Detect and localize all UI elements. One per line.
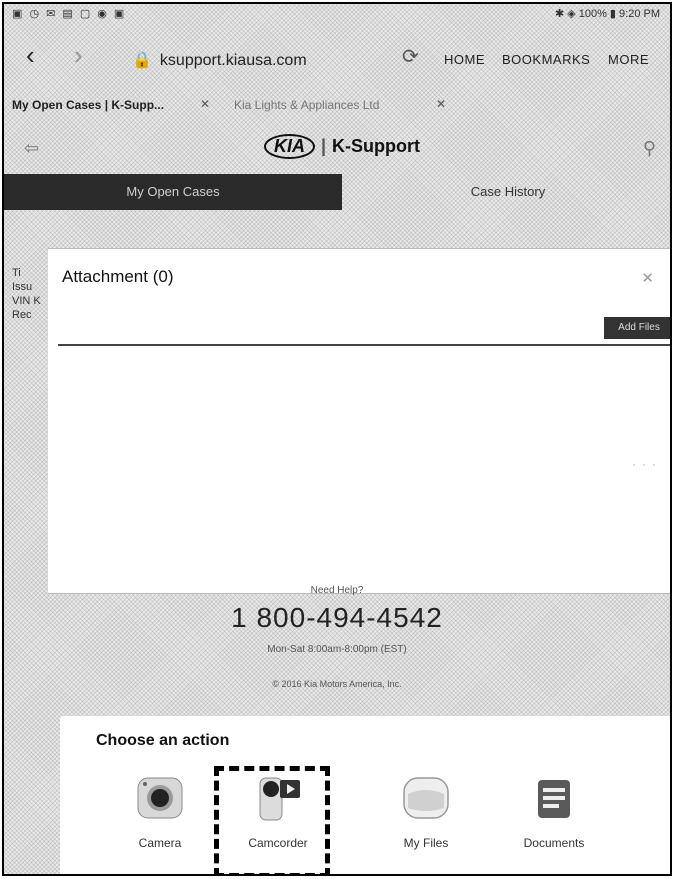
status-icons-left: ▣ ◷ ✉ ▤ ▢ ◉ ▣ [12,8,127,20]
action-label: Camera [138,836,182,850]
modal-title: Attachment (0) [62,267,174,286]
forward-arrow-icon[interactable]: › [74,42,83,68]
folder-icon [402,774,450,822]
bg-text-line: VIN K [12,295,41,307]
browser-tab-open-cases[interactable]: My Open Cases | K-Supp... [12,98,164,112]
site-name: K-Support [332,136,421,156]
url-text: ksupport.kiausa.com [159,52,307,69]
back-arrow-icon[interactable]: ‹ [26,42,35,68]
action-my-files[interactable]: My Files [378,774,474,850]
browser-toolbar: ‹ › 🔒 ksupport.kiausa.com ⟳ HOME BOOKMARK… [4,26,670,92]
menu-more-button[interactable]: MORE [608,52,649,67]
attachment-modal: Attachment (0) ✕ Add Files ··· [48,248,670,594]
kia-logo: KIA [264,134,315,159]
tab-my-open-cases[interactable]: My Open Cases [4,174,342,210]
divider [58,344,670,346]
documents-icon [530,774,578,822]
support-phone[interactable]: 1 800-494-4542 [4,602,670,634]
reload-icon[interactable]: ⟳ [402,44,419,69]
highlight-box [214,766,330,874]
status-bar: ▣ ◷ ✉ ▤ ▢ ◉ ▣ ✱ ◈ 100% ▮ 9:20 PM [4,4,670,26]
menu-home-button[interactable]: HOME [444,52,485,67]
close-icon[interactable]: ✕ [641,269,654,287]
user-icon[interactable]: ⚲ [643,138,656,159]
device-screen: ▣ ◷ ✉ ▤ ▢ ◉ ▣ ✱ ◈ 100% ▮ 9:20 PM ‹ › 🔒 ks… [2,2,672,876]
action-sheet: Choose an action Camera Camcorder My Fil… [60,716,670,874]
loading-dots: ··· [632,457,662,471]
tab-case-history[interactable]: Case History [342,174,670,210]
bg-text-line: Ti [12,267,21,279]
site-tabs: My Open Cases Case History [4,174,670,210]
camera-icon [136,774,184,822]
copyright: © 2016 Kia Motors America, Inc. [272,679,402,689]
browser-tab-second[interactable]: Kia Lights & Appliances Ltd [234,98,379,112]
action-label: My Files [403,836,449,850]
action-label: Documents [523,836,585,850]
close-icon[interactable]: ✕ [200,97,210,111]
site-header: ⇦ KIA | K-Support ⚲ [4,120,670,174]
lock-icon: 🔒 [132,52,152,69]
status-icons-right: ✱ ◈ 100% ▮ 9:20 PM [554,8,660,20]
support-hours: Mon-Sat 8:00am-8:00pm (EST) [267,644,407,655]
bg-text-line: Rec [12,309,32,321]
background-case-text: Ti Issu VIN K Rec [12,266,41,322]
bg-text-line: Issu [12,281,33,293]
browser-tab-strip: My Open Cases | K-Supp... ✕ Kia Lights &… [4,92,670,118]
share-icon[interactable]: ⇦ [24,138,39,159]
add-files-button[interactable]: Add Files [604,317,670,339]
close-icon[interactable]: ✕ [436,97,446,111]
menu-bookmarks-button[interactable]: BOOKMARKS [502,52,590,67]
action-sheet-title: Choose an action [96,732,230,749]
action-documents[interactable]: Documents [506,774,602,850]
site-logo: KIA | K-Support [264,134,420,159]
action-camera[interactable]: Camera [112,774,208,850]
url-field[interactable]: 🔒 ksupport.kiausa.com [132,50,307,70]
contact-label: Need Help? [310,585,364,596]
